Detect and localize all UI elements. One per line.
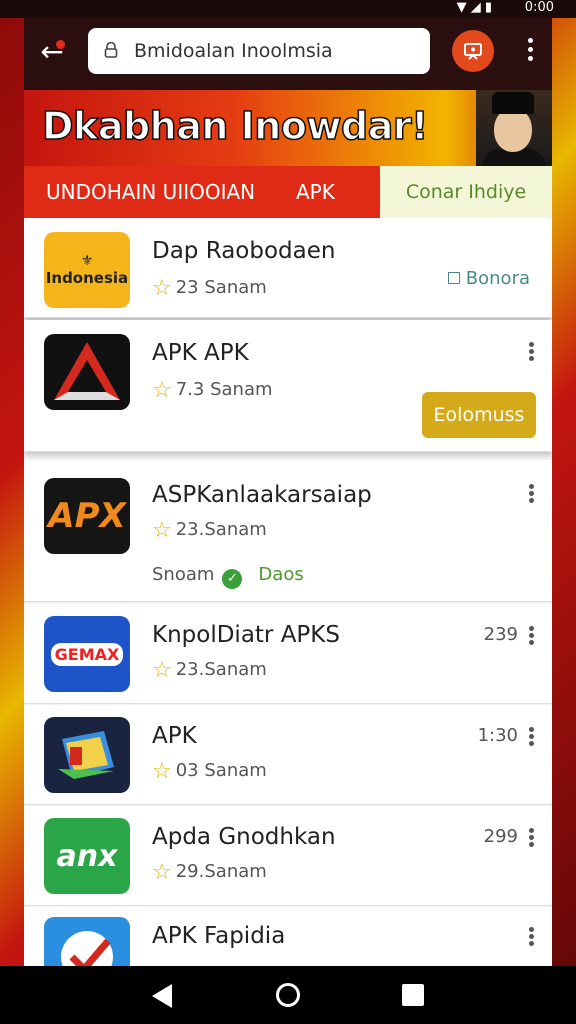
cast-button[interactable] [452,30,494,72]
system-nav-bar [0,966,576,1024]
status-bar: ▼ ◢ ▮ 0:00 [0,0,576,18]
promo-banner[interactable]: Dkabhan Inowdar! [24,90,552,166]
install-button[interactable]: Eolomuss [422,392,536,438]
item-menu-button[interactable] [526,482,536,508]
tab-label-main[interactable]: UNDOHAIN UIIOOIAN [46,180,255,204]
app-name: Dap Raobodaen [152,238,336,264]
checkbox-icon [447,272,460,284]
check-icon: ✓ [222,569,243,589]
app-icon: anx [44,818,130,894]
item-menu-button[interactable] [526,925,536,951]
list-item[interactable]: APK Fapidia [24,907,552,966]
app-name: APK Fapidia [152,923,286,949]
app-name: Apda Gnodhkan [152,824,336,850]
item-menu-button[interactable] [526,340,536,366]
nav-home-icon[interactable] [276,983,300,1007]
app-icon: APX [44,478,130,554]
star-icon: ☆ [152,518,172,543]
star-icon: ☆ [152,658,172,683]
tab-label-apk[interactable]: APK [296,180,335,204]
star-icon: ☆ [152,759,172,784]
app-rating: ☆ 7.3 Sanam [152,378,273,403]
more-menu-button[interactable] [518,34,542,70]
list-item[interactable]: APX ASPKanlaakarsaiap ☆ 23.Sanam Snoam ✓ Da… [24,460,552,602]
app-icon [44,917,130,966]
signal-icon: ▼ ◢ ▮ [456,0,492,15]
url-field[interactable] [88,28,430,74]
app-size: 1:30 [477,725,518,746]
app-icon-label: Indonesia [45,269,129,287]
lock-icon [104,42,118,58]
app-name: APK APK [152,340,249,366]
banner-title: Dkabhan Inowdar! [41,103,429,149]
list-item[interactable]: APK ☆ 03 Sanam 1:30 [24,705,552,805]
app-icon-label: APX [48,496,126,536]
app-rating: ☆ 29.Sanam [152,860,267,885]
app-icon: ⚜ Indonesia [44,232,130,308]
item-menu-button[interactable] [526,725,536,751]
back-button[interactable]: ← [34,36,70,72]
item-menu-button[interactable] [526,826,536,852]
cast-icon [464,43,482,60]
app-icon [44,717,130,793]
app-icon-label: GEMAX [50,642,124,666]
more-vert-icon [527,38,533,43]
app-name: KnpolDiatr APKS [152,622,340,648]
app-icon-label: anx [56,838,118,874]
list-item[interactable]: GEMAX KnpolDiatr APKS ☆ 23.Sanam 239 [24,604,552,704]
app-rating: ☆ 23 Sanam [152,276,267,301]
nav-back-icon[interactable] [152,984,172,1008]
category-tabs: UNDOHAIN UIIOOIAN APK Conar Ihdiye [24,166,552,218]
app-list: ⚜ Indonesia Dap Raobodaen ☆ 23 Sanam Bono… [24,218,552,966]
list-item[interactable]: anx Apda Gnodhkan ☆ 29.Sanam 299 [24,806,552,906]
bonus-badge[interactable]: Bonora [447,268,530,289]
status-time: 0:00 [524,0,554,15]
item-menu-button[interactable] [526,624,536,650]
banner-portrait [476,90,552,166]
app-rating: ☆ 23.Sanam [152,658,267,683]
app-size: 239 [483,624,518,645]
list-item[interactable]: ⚜ Indonesia Dap Raobodaen ☆ 23 Sanam Bono… [24,218,552,318]
app-status-row: Snoam ✓ Daos [152,564,304,589]
app-rating: ☆ 03 Sanam [152,759,267,784]
app-icon [44,334,130,410]
app-name: ASPKanlaakarsaiap [152,482,372,508]
app-rating: ☆ 23.Sanam [152,518,267,543]
browser-toolbar: ← [24,18,552,90]
app-size: 299 [483,826,518,847]
list-item[interactable]: APK APK ☆ 7.3 Sanam Eolomuss [24,320,552,452]
nav-recents-icon[interactable] [402,984,424,1006]
app-name: APK [152,723,197,749]
tab-secondary[interactable]: Conar Ihdiye [380,166,552,218]
star-icon: ☆ [152,276,172,301]
app-icon: GEMAX [44,616,130,692]
star-icon: ☆ [152,378,172,403]
tab-primary[interactable]: UNDOHAIN UIIOOIAN APK [24,166,380,218]
star-icon: ☆ [152,860,172,885]
notification-dot [56,40,65,49]
